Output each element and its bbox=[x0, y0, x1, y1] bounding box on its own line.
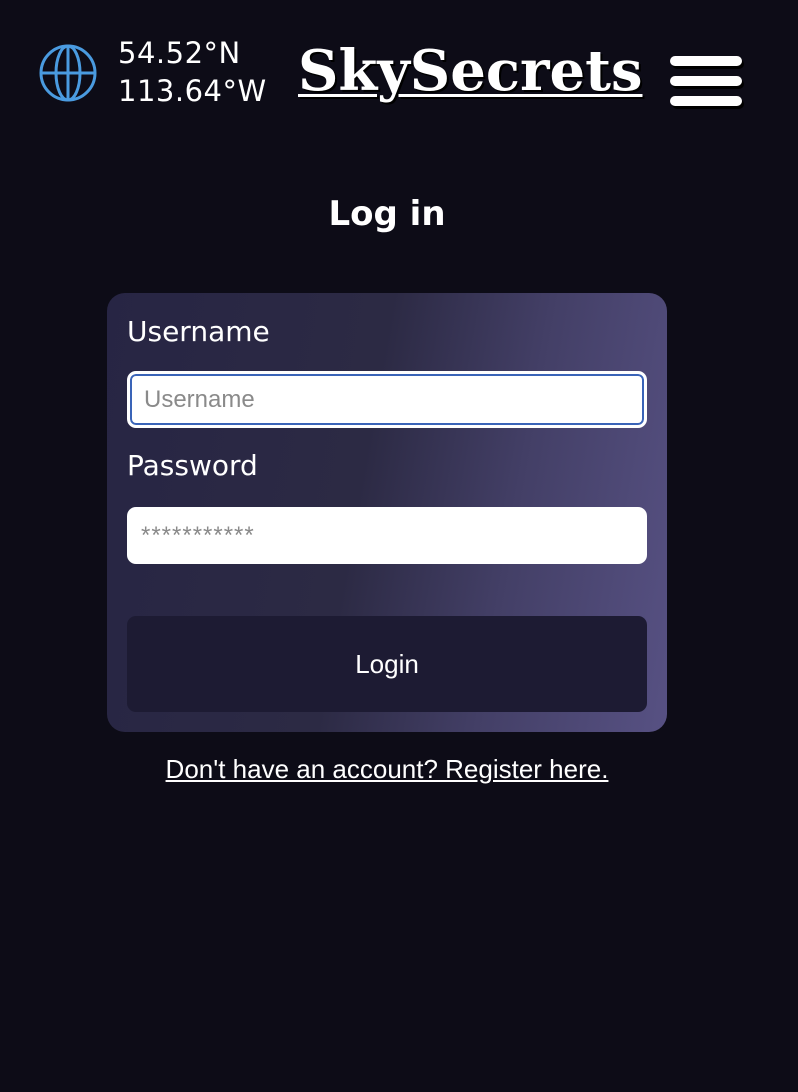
login-form-card: Username Password Login bbox=[107, 293, 667, 732]
password-label: Password bbox=[127, 449, 258, 482]
username-label: Username bbox=[127, 315, 270, 348]
login-button[interactable]: Login bbox=[127, 616, 647, 712]
longitude-text: 113.64°W bbox=[118, 74, 267, 108]
menu-bar bbox=[670, 56, 742, 66]
latitude-text: 54.52°N bbox=[118, 36, 241, 70]
hamburger-menu-icon[interactable] bbox=[668, 54, 746, 112]
top-bar: 54.52°N 113.64°W SkySecrets bbox=[0, 0, 798, 150]
brand-logo[interactable]: SkySecrets bbox=[298, 38, 642, 104]
coordinates-readout: 54.52°N 113.64°W bbox=[118, 34, 267, 110]
password-input[interactable] bbox=[127, 507, 647, 564]
menu-bar bbox=[670, 76, 742, 86]
register-link[interactable]: Don't have an account? Register here. bbox=[0, 752, 774, 786]
menu-bar bbox=[670, 96, 742, 106]
page-title: Log in bbox=[328, 194, 446, 234]
login-page: 54.52°N 113.64°W SkySecrets Log in Usern… bbox=[0, 0, 798, 1092]
globe-icon bbox=[39, 44, 97, 102]
username-input[interactable] bbox=[127, 371, 647, 428]
